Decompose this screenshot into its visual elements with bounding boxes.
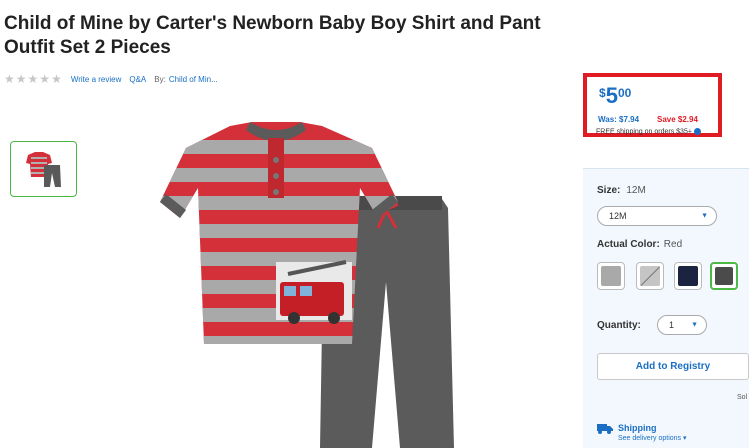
was-price: Was: $7.94	[598, 115, 640, 124]
star-icon: ★	[39, 72, 51, 86]
quantity-label: Quantity:	[597, 320, 641, 331]
qa-link[interactable]: Q&A	[129, 75, 146, 84]
swatch-fill	[601, 266, 621, 286]
shipping-section: Shipping See delivery options ▾	[597, 423, 687, 442]
color-value: Red	[663, 239, 683, 250]
color-swatch-navy[interactable]	[674, 262, 702, 290]
save-amount: Save $2.94	[657, 115, 698, 124]
color-swatch-heather-gray[interactable]	[636, 262, 664, 290]
star-icon: ★	[51, 72, 62, 86]
chevron-down-icon: ▾	[683, 435, 687, 442]
product-thumbnail[interactable]	[10, 141, 77, 197]
shipping-title: Shipping	[618, 423, 657, 433]
by-label: By:	[154, 74, 166, 84]
size-dropdown-value: 12M	[609, 211, 627, 221]
swatch-fill	[678, 266, 698, 286]
price-currency: $	[599, 86, 606, 100]
color-swatch-gray[interactable]	[597, 262, 625, 290]
outfit-thumbnail-image	[25, 152, 61, 187]
write-review-link[interactable]: Write a review	[71, 75, 122, 84]
chevron-down-icon: ▼	[701, 212, 708, 220]
brand-link[interactable]: Child of Min...	[169, 75, 218, 84]
delivery-options-link[interactable]: See delivery options ▾	[618, 434, 687, 442]
rating-stars[interactable]: ★ ★ ★ ★ ★	[4, 73, 63, 85]
chevron-down-icon: ▼	[691, 321, 698, 329]
sold-by-text: Sol	[737, 394, 748, 401]
price-dollars: 5	[605, 83, 618, 108]
size-label-text: Size:	[597, 185, 621, 196]
star-icon: ★	[15, 72, 27, 86]
product-image	[150, 112, 485, 448]
product-title: Child of Mine by Carter's Newborn Baby B…	[4, 13, 541, 58]
size-value: 12M	[626, 185, 646, 196]
color-swatch-selected[interactable]	[710, 262, 738, 290]
price-cents: 00	[617, 86, 632, 100]
color-label: Actual Color: Red	[597, 239, 682, 250]
star-icon: ★	[27, 72, 39, 86]
free-shipping-note: FREE shipping on orders $35+	[596, 128, 701, 135]
delivery-options-text: See delivery options	[618, 435, 682, 442]
star-icon: ★	[4, 72, 15, 86]
truck-icon	[597, 424, 613, 434]
free-shipping-text: FREE shipping on orders $35+	[596, 128, 692, 136]
add-to-registry-button[interactable]: Add to Registry	[597, 353, 749, 380]
size-label: Size: 12M	[597, 185, 646, 196]
current-price: $500	[599, 83, 631, 109]
color-label-text: Actual Color:	[597, 239, 660, 250]
quantity-dropdown[interactable]: 1 ▼	[657, 315, 707, 335]
size-dropdown[interactable]: 12M ▼	[597, 206, 717, 226]
rating-row: ★ ★ ★ ★ ★ Write a review Q&A By: Child o…	[4, 73, 226, 85]
quantity-value: 1	[669, 320, 675, 330]
swatch-fill	[715, 267, 733, 285]
info-icon[interactable]	[693, 128, 701, 135]
swatch-fill	[640, 266, 660, 286]
unavailable-slash	[640, 266, 660, 286]
